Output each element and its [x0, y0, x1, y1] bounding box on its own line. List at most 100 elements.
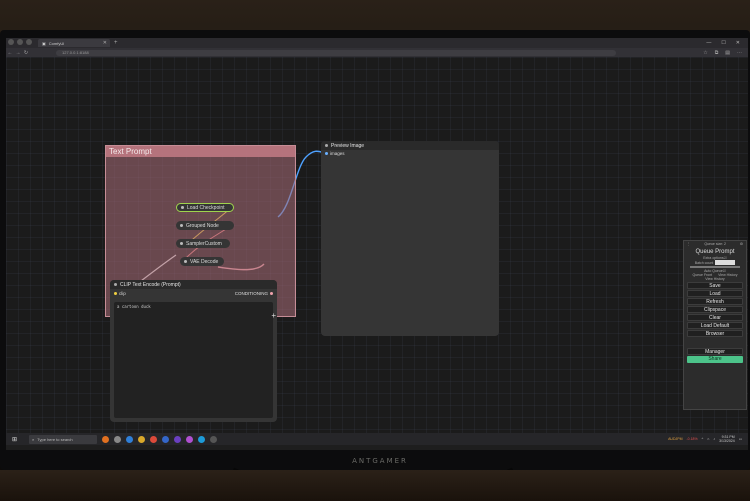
node-collapse-dot[interactable] [325, 144, 328, 147]
windows-taskbar: ⊞ ⌕ Type here to search AUDJPM -0.18% ^ … [6, 433, 748, 445]
taskbar-search-box[interactable]: ⌕ Type here to search [29, 434, 98, 444]
tab-favicon-icon: ▣ [42, 40, 46, 46]
network-icon[interactable]: ⌂ [707, 437, 709, 441]
clipspace-button[interactable]: Clipspace [687, 306, 743, 313]
browser-toolbar-icons: ☆ ⧉ ▤ ⋯ [703, 50, 742, 56]
refresh-button[interactable]: Refresh [687, 298, 743, 305]
node-collapse-dot[interactable] [114, 283, 117, 286]
node-grouped-node[interactable]: Grouped Node [176, 221, 234, 230]
node-load-checkpoint[interactable]: Load Checkpoint [176, 203, 234, 212]
new-tab-button[interactable]: + [114, 40, 118, 46]
slot-dot-icon [114, 292, 117, 295]
chrome-icon[interactable] [150, 435, 158, 443]
clear-button[interactable]: Clear [687, 314, 743, 321]
maximize-button[interactable]: ☐ [721, 40, 725, 46]
queue-size-label: Queue size: 2 [704, 242, 726, 246]
node-status-dot [184, 260, 187, 263]
node-label: SamplerCustom [186, 240, 222, 247]
browser-tab[interactable]: ▣ ComfyUI ✕ [38, 39, 110, 47]
task-view-icon[interactable] [114, 435, 122, 443]
search-icon: ⌕ [32, 436, 35, 442]
app-icon-purple[interactable] [174, 435, 182, 443]
start-windows-icon[interactable]: ⊞ [12, 436, 17, 443]
tab-close-icon[interactable]: ✕ [103, 40, 107, 46]
tray-chevron-icon[interactable]: ^ [702, 437, 704, 441]
browser-tab-bar: ▣ ComfyUI ✕ + — ☐ ✕ [6, 38, 748, 48]
back-icon[interactable]: ← [6, 50, 14, 56]
stock-change: -0.18% [686, 437, 698, 441]
edge-icon[interactable] [126, 435, 134, 443]
forward-icon[interactable]: → [14, 50, 22, 56]
app-icon-orange[interactable] [102, 435, 110, 443]
node-status-dot [180, 242, 183, 245]
node-graph-canvas[interactable]: Text Prompt Load Checkpoint Grouped Node… [6, 57, 748, 445]
app-icon-blue[interactable] [162, 435, 170, 443]
photo-scene: ANTGAMER ▣ ComfyUI ✕ + — ☐ ✕ ← → ↻ 127.0… [0, 0, 750, 501]
monitor-brand-logo: ANTGAMER [352, 457, 408, 465]
slot-dot-icon [270, 292, 273, 295]
slot-label: images [330, 151, 345, 156]
collections-icon[interactable]: ▤ [725, 50, 730, 56]
node-label: Load Checkpoint [187, 204, 225, 211]
notifications-icon[interactable]: ▭ [739, 437, 742, 441]
queue-prompt-button[interactable]: Queue Prompt [684, 247, 746, 256]
group-title: Text Prompt [106, 146, 295, 157]
app-icon-violet[interactable] [186, 435, 194, 443]
prompt-text-input[interactable]: a cartoon duck [114, 302, 273, 418]
menu-dots-icon[interactable]: ⋯ [737, 50, 742, 56]
save-button[interactable]: Save [687, 282, 743, 289]
desk [0, 470, 750, 501]
node-title: CLIP Text Encode (Prompt) [120, 281, 181, 288]
node-label: VAE Decode [190, 258, 219, 265]
favorites-icon[interactable]: ☆ [703, 50, 707, 56]
node-status-dot [180, 224, 183, 227]
text-cursor-icon: + [271, 311, 276, 320]
comfy-menu: ⋮ Queue size: 2 ⚙ Queue Prompt Extra opt… [683, 240, 747, 410]
slider-track [690, 266, 740, 268]
monitor-screen: ▣ ComfyUI ✕ + — ☐ ✕ ← → ↻ 127.0.0.1:8188… [6, 38, 748, 450]
system-tray: AUDJPM -0.18% ^ ⌂ ♪ 9:31 PM 3/13/2024 ▭ [668, 435, 742, 443]
input-slot-images[interactable]: images [325, 151, 495, 156]
view-history-button[interactable]: View History [684, 277, 746, 281]
address-bar-row: ← → ↻ 127.0.0.1:8188 ☆ ⧉ ▤ ⋯ [6, 48, 748, 57]
tab-title: ComfyUI [48, 40, 65, 46]
node-title-bar[interactable]: CLIP Text Encode (Prompt) [110, 280, 277, 289]
window-controls: — ☐ ✕ [706, 40, 740, 46]
output-slot-conditioning[interactable]: CONDITIONING [235, 291, 273, 296]
node-title-bar[interactable]: Preview Image [321, 141, 499, 150]
minimize-button[interactable]: — [706, 40, 711, 46]
node-clip-text-encode[interactable]: CLIP Text Encode (Prompt) clip CONDITION… [110, 280, 277, 422]
volume-icon[interactable]: ♪ [713, 437, 715, 441]
node-status-dot [181, 206, 184, 209]
browser-profile-icons [8, 39, 32, 45]
file-explorer-icon[interactable] [138, 435, 146, 443]
slot-dot-icon [325, 152, 328, 155]
clock-date: 3/13/2024 [719, 439, 735, 443]
extensions-icon[interactable]: ⧉ [715, 50, 719, 56]
batch-count-label: Batch count [694, 260, 714, 265]
search-placeholder: Type here to search [37, 436, 73, 442]
clock[interactable]: 9:31 PM 3/13/2024 [719, 435, 735, 443]
node-vae-decode[interactable]: VAE Decode [180, 257, 224, 266]
node-sampler-custom[interactable]: SamplerCustom [176, 239, 230, 248]
node-title: Preview Image [331, 142, 365, 149]
browser-button[interactable]: Browser [687, 330, 743, 337]
input-slot-clip[interactable]: clip [114, 291, 126, 296]
node-slots-row: images [321, 150, 499, 157]
close-window-button[interactable]: ✕ [736, 40, 740, 46]
batch-count-input[interactable] [715, 260, 736, 265]
node-preview-image[interactable]: Preview Image images [321, 141, 499, 336]
slot-label: clip [119, 291, 126, 296]
url-field[interactable]: 127.0.0.1:8188 [56, 49, 616, 56]
reload-icon[interactable]: ↻ [22, 50, 30, 56]
settings-gear-icon[interactable]: ⚙ [740, 242, 743, 246]
load-default-button[interactable]: Load Default [687, 322, 743, 329]
terminal-icon[interactable] [210, 435, 218, 443]
manager-button[interactable]: Manager [687, 348, 743, 355]
load-button[interactable]: Load [687, 290, 743, 297]
share-button[interactable]: Share [687, 356, 743, 363]
stock-ticker[interactable]: AUDJPM [668, 437, 682, 441]
drag-handle-icon[interactable]: ⋮ [687, 242, 691, 246]
node-slots-row: clip CONDITIONING [110, 289, 277, 298]
app-icon-cyan[interactable] [198, 435, 206, 443]
